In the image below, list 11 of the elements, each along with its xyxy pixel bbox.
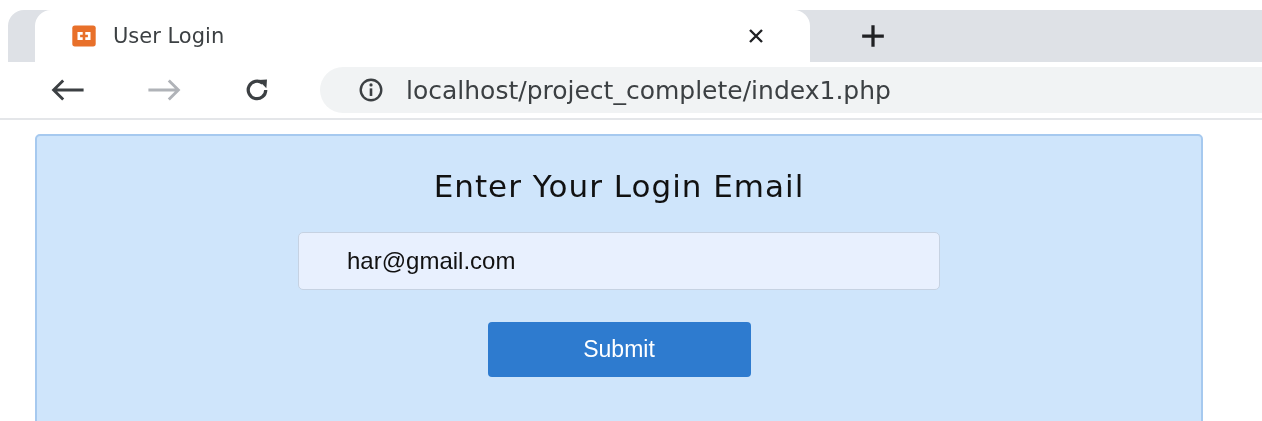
address-bar[interactable]: localhost/project_complete/index1.php: [320, 67, 1262, 113]
tab-title: User Login: [113, 24, 226, 48]
back-arrow-icon[interactable]: [50, 78, 86, 102]
email-field[interactable]: har@gmail.com: [298, 232, 940, 290]
info-icon[interactable]: [358, 77, 384, 103]
submit-button[interactable]: Submit: [487, 322, 751, 377]
url-text: localhost/project_complete/index1.php: [406, 75, 891, 105]
form-heading: Enter Your Login Email: [433, 168, 805, 204]
app-logo-icon: [71, 23, 97, 49]
plus-icon[interactable]: [860, 23, 886, 49]
browser-tab[interactable]: User Login: [35, 10, 810, 62]
